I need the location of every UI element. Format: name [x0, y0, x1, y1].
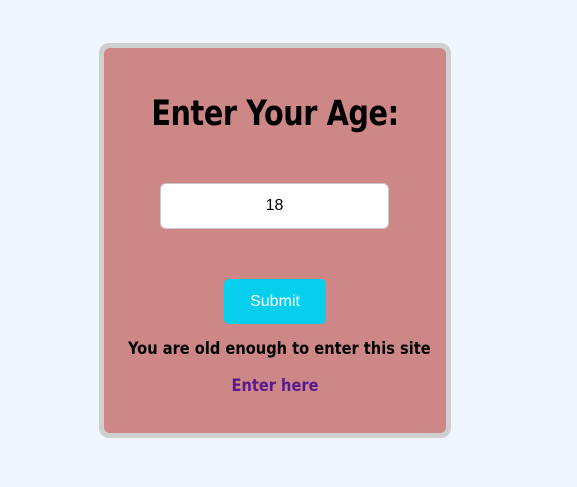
age-input[interactable]	[160, 183, 389, 229]
enter-here-link[interactable]: Enter here	[128, 373, 422, 399]
age-card-frame: Enter Your Age: Submit You are old enoug…	[99, 43, 451, 438]
result-message: You are old enough to enter this site	[127, 339, 431, 359]
age-gate-card: Enter Your Age: Submit You are old enoug…	[104, 48, 446, 433]
submit-button[interactable]: Submit	[224, 279, 326, 324]
page-title: Enter Your Age:	[151, 94, 399, 134]
